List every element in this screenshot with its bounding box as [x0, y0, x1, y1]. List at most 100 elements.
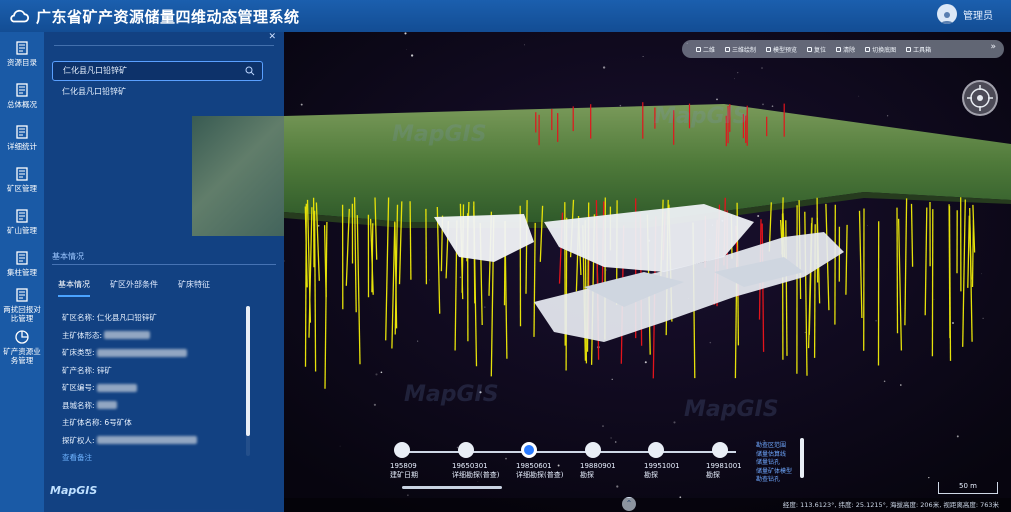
watermark: MapGIS	[404, 382, 499, 407]
star	[886, 115, 889, 117]
scene-toolbar: 二维 三维绘制 模型预览 复位 清除 切换底图 工具箱 »	[682, 40, 1004, 58]
nav-item-statistics[interactable]: 详细统计	[0, 116, 44, 158]
star	[933, 298, 935, 300]
star	[734, 78, 735, 80]
mine-name: 仁化县凡口铅锌矿	[96, 313, 157, 322]
search-input[interactable]: 仁化县凡口铅锌矿	[52, 61, 263, 81]
legend-scrollbar[interactable]	[800, 438, 804, 478]
star	[899, 384, 902, 386]
3d-scene[interactable]: MapGIS MapGIS MapGIS MapGIS 二维 三维绘制 模型预览…	[284, 32, 1011, 512]
star	[737, 71, 739, 74]
timeline-scrollbar[interactable]	[402, 486, 502, 489]
redacted-value	[104, 331, 151, 340]
tool-clear[interactable]: 清除	[836, 45, 855, 54]
timeline-node[interactable]	[648, 442, 664, 458]
document-icon	[16, 250, 28, 265]
star	[339, 445, 341, 447]
tool-switch-basemap[interactable]: 切换底图	[865, 45, 896, 54]
document-icon	[16, 166, 28, 181]
close-icon[interactable]: ✕	[268, 32, 276, 42]
tool-toolbox[interactable]: 工具箱	[906, 45, 931, 54]
search-suggestion[interactable]: 仁化县凡口铅锌矿	[62, 86, 126, 97]
nav-item-mine[interactable]: 矿山管理	[0, 200, 44, 242]
tool-icon	[696, 46, 701, 52]
tool-icon	[725, 46, 731, 52]
star	[417, 340, 419, 342]
scrollbar[interactable]	[246, 306, 250, 456]
watermark: MapGIS	[684, 397, 779, 422]
divider	[52, 264, 276, 265]
star	[317, 224, 320, 227]
tool-icon	[807, 46, 813, 52]
tool-reset[interactable]: 复位	[807, 45, 826, 54]
tool-icon	[766, 46, 772, 52]
timeline-node[interactable]	[585, 442, 601, 458]
terrain-preview	[192, 116, 284, 236]
star	[404, 32, 407, 35]
star	[373, 403, 377, 406]
star	[611, 378, 613, 380]
star	[883, 380, 886, 383]
redacted-value	[96, 383, 137, 392]
tool-icon	[865, 46, 871, 52]
star	[300, 103, 303, 106]
pie-chart-icon	[15, 330, 29, 344]
compass-icon	[967, 85, 993, 111]
timeline-label: 19951001 勘探	[644, 462, 680, 479]
star	[380, 371, 383, 374]
tool-icon	[906, 46, 912, 52]
nav-item-mining-area[interactable]: 矿区管理	[0, 158, 44, 200]
redacted-value	[96, 436, 197, 445]
star	[410, 54, 414, 57]
tool-model-preview[interactable]: 模型预览	[766, 45, 797, 54]
timeline-label: 19981001 勘探	[706, 462, 742, 479]
star	[642, 55, 644, 58]
scrollbar-thumb[interactable]	[246, 306, 250, 436]
info-tabs: 基本情况 矿区外部条件 矿床特征	[58, 279, 258, 297]
nav-item-overview[interactable]: 总体概况	[0, 74, 44, 116]
document-icon	[16, 82, 28, 97]
star	[602, 66, 606, 69]
star	[484, 306, 486, 308]
compass-navigation[interactable]	[962, 80, 998, 116]
timeline-label: 19880901 勘探	[580, 462, 616, 479]
user-menu[interactable]: 管理员	[937, 4, 993, 24]
chevron-right-icon[interactable]: »	[990, 42, 996, 52]
search-icon[interactable]	[245, 66, 255, 76]
scale-bar: 50 m	[938, 482, 998, 494]
timeline-node-active[interactable]	[521, 442, 537, 458]
redacted-value	[96, 401, 117, 410]
star	[928, 476, 930, 479]
nav-item-business[interactable]: 矿产资源业务管理	[0, 326, 44, 368]
watermark: MapGIS	[392, 122, 487, 147]
drill-hole-yellow	[371, 223, 374, 293]
drill-hole-yellow	[896, 207, 899, 334]
tab-external[interactable]: 矿区外部条件	[110, 279, 158, 297]
star	[523, 44, 525, 46]
drill-hole-yellow	[304, 203, 307, 367]
star	[375, 373, 378, 376]
tool-2d[interactable]: 二维	[696, 45, 715, 54]
avatar	[937, 4, 957, 24]
timeline-node[interactable]	[712, 442, 728, 458]
star	[761, 67, 763, 69]
cloud-logo-icon	[10, 9, 30, 23]
timeline-node[interactable]	[458, 442, 474, 458]
star	[406, 49, 407, 50]
more-link[interactable]: 查看备注	[62, 449, 92, 467]
panel-header: ✕	[54, 32, 276, 46]
document-icon	[16, 208, 28, 223]
nav-item-report-compare[interactable]: 两扰回报对比管理	[0, 284, 44, 326]
user-name: 管理员	[963, 10, 993, 22]
timeline-label: 19850601 详细勘探(普查)	[516, 462, 564, 479]
nav-item-column[interactable]: 集柱管理	[0, 242, 44, 284]
tab-basic[interactable]: 基本情况	[58, 279, 90, 297]
star	[459, 276, 462, 279]
timeline-label: 19650301 详细勘探(普查)	[452, 462, 500, 479]
tool-3d-draw[interactable]: 三维绘制	[725, 45, 756, 54]
tab-deposit[interactable]: 矿床特征	[178, 279, 210, 297]
main-nav: 资源目录 总体概况 详细统计 矿区管理 矿山管理 集柱管理 两扰回报对比管理 矿…	[0, 32, 44, 512]
timeline-node[interactable]	[394, 442, 410, 458]
nav-item-resource-catalog[interactable]: 资源目录	[0, 32, 44, 74]
drill-hole-yellow	[409, 201, 412, 280]
